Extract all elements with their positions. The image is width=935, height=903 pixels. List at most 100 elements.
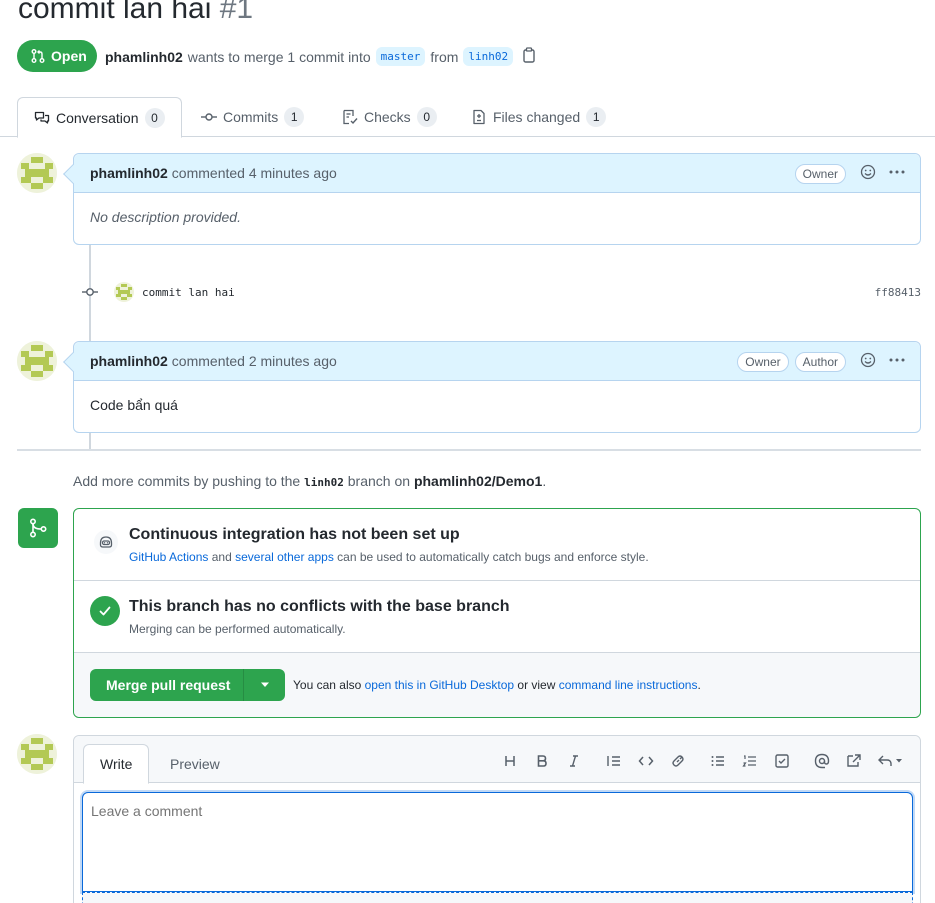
comment-timestamp[interactable]: commented 2 minutes ago bbox=[172, 353, 337, 369]
pr-tabs: Conversation 0 Commits 1 Checks 0 Files … bbox=[0, 97, 935, 138]
tab-preview[interactable]: Preview bbox=[154, 744, 236, 784]
markdown-toolbar bbox=[494, 750, 910, 772]
push-hint-prefix: Add more commits by pushing to the bbox=[73, 473, 301, 489]
heading-icon[interactable] bbox=[494, 750, 526, 772]
copilot-icon bbox=[94, 530, 118, 554]
smiley-icon[interactable] bbox=[860, 352, 876, 371]
footer-suffix: . bbox=[697, 678, 701, 692]
pr-from-text: from bbox=[430, 48, 459, 65]
reply-icon[interactable] bbox=[870, 750, 910, 772]
pr-state-label: Open bbox=[51, 48, 87, 64]
link-icon[interactable] bbox=[662, 750, 694, 772]
unordered-list-icon[interactable] bbox=[702, 750, 734, 772]
italic-icon[interactable] bbox=[558, 750, 590, 772]
ordered-list-icon[interactable] bbox=[734, 750, 766, 772]
tab-write[interactable]: Write bbox=[83, 744, 150, 784]
composer-header: Write Preview bbox=[74, 736, 920, 784]
avatar[interactable] bbox=[17, 341, 57, 381]
tab-label: Commits bbox=[223, 109, 279, 125]
commit-row: commit lan hai ff88413 bbox=[80, 280, 921, 304]
tab-conversation[interactable]: Conversation 0 bbox=[17, 97, 182, 138]
tab-counter: 1 bbox=[586, 107, 607, 127]
comment-textarea[interactable] bbox=[82, 792, 913, 892]
pr-number: #1 bbox=[219, 0, 254, 25]
ci-description: GitHub Actions and several other apps ca… bbox=[129, 550, 649, 564]
comment-author[interactable]: phamlinh02 bbox=[90, 353, 168, 369]
conflict-subtitle: Merging can be performed automatically. bbox=[129, 622, 346, 636]
kebab-horizontal-icon[interactable] bbox=[888, 352, 906, 371]
push-hint: Add more commits by pushing to the linh0… bbox=[73, 473, 546, 489]
checklist-icon bbox=[343, 109, 358, 125]
comment: phamlinh02 commented 2 minutes ago Owner… bbox=[63, 341, 921, 433]
tab-commits[interactable]: Commits 1 bbox=[201, 97, 305, 137]
merge-pull-request-button[interactable]: Merge pull request bbox=[90, 669, 244, 701]
copy-icon[interactable] bbox=[522, 47, 536, 66]
ci-title: Continuous integration has not been set … bbox=[129, 526, 460, 543]
push-hint-suffix: . bbox=[542, 473, 547, 489]
push-hint-middle: branch on bbox=[347, 473, 411, 489]
code-icon[interactable] bbox=[630, 750, 662, 772]
task-list-icon[interactable] bbox=[766, 750, 798, 772]
tab-checks[interactable]: Checks 0 bbox=[342, 97, 437, 137]
merge-box: Continuous integration has not been set … bbox=[73, 508, 921, 718]
tab-files-changed[interactable]: Files changed 1 bbox=[471, 97, 607, 137]
git-commit-icon bbox=[82, 288, 98, 296]
ci-and: and bbox=[211, 550, 232, 564]
owner-badge: Owner bbox=[794, 163, 846, 184]
comment-body: Code bẩn quá bbox=[90, 397, 178, 413]
conflict-title: This branch has no conflicts with the ba… bbox=[129, 598, 510, 615]
commit-message[interactable]: commit lan hai bbox=[142, 286, 235, 299]
merge-footer: Merge pull request You can also open thi… bbox=[74, 653, 920, 717]
ci-section: Continuous integration has not been set … bbox=[74, 509, 920, 581]
attach-files-drop-zone[interactable] bbox=[82, 892, 913, 903]
command-line-instructions-link[interactable]: command line instructions bbox=[559, 678, 698, 692]
ci-rest: can be used to automatically catch bugs … bbox=[337, 550, 649, 564]
github-desktop-link[interactable]: open this in GitHub Desktop bbox=[365, 678, 514, 692]
merge-status-icon-box bbox=[18, 508, 58, 548]
pr-state-badge: Open bbox=[17, 40, 97, 72]
avatar[interactable] bbox=[17, 734, 57, 774]
comment-author[interactable]: phamlinh02 bbox=[90, 165, 168, 181]
footer-mid: or view bbox=[517, 678, 556, 692]
git-pull-request-icon bbox=[31, 49, 45, 63]
pr-meta: phamlinh02 wants to merge 1 commit into … bbox=[105, 47, 536, 66]
timeline-divider bbox=[17, 449, 921, 451]
conflict-section bbox=[74, 581, 920, 653]
comment-header: phamlinh02 commented 4 minutes ago Owner bbox=[74, 154, 920, 193]
timeline-line bbox=[89, 432, 91, 450]
tab-counter: 0 bbox=[144, 107, 165, 128]
cross-reference-icon[interactable] bbox=[838, 750, 870, 772]
tab-counter: 1 bbox=[284, 107, 305, 127]
commit-sha[interactable]: ff88413 bbox=[875, 286, 921, 299]
comment: phamlinh02 commented 4 minutes ago Owner… bbox=[63, 153, 921, 245]
mention-icon[interactable] bbox=[806, 750, 838, 772]
kebab-horizontal-icon[interactable] bbox=[888, 164, 906, 183]
git-merge-icon bbox=[29, 518, 47, 538]
check-icon bbox=[90, 596, 120, 626]
merge-method-dropdown[interactable] bbox=[244, 669, 285, 701]
smiley-icon[interactable] bbox=[860, 164, 876, 183]
bold-icon[interactable] bbox=[526, 750, 558, 772]
pr-author-link[interactable]: phamlinh02 bbox=[105, 49, 183, 65]
owner-badge: Owner bbox=[737, 351, 789, 372]
other-apps-link[interactable]: several other apps bbox=[235, 550, 334, 564]
comment-timestamp[interactable]: commented 4 minutes ago bbox=[172, 165, 337, 181]
pr-title: commit lan hai #1 bbox=[18, 0, 253, 26]
pr-merge-text: wants to merge 1 commit into bbox=[187, 48, 371, 65]
quote-icon[interactable] bbox=[598, 750, 630, 772]
file-diff-icon bbox=[473, 109, 485, 125]
head-branch[interactable]: linh02 bbox=[463, 47, 514, 66]
merge-button-group: Merge pull request bbox=[90, 669, 285, 701]
push-hint-repo[interactable]: phamlinh02/Demo1 bbox=[414, 473, 542, 489]
base-branch[interactable]: master bbox=[375, 47, 426, 66]
tab-label: Checks bbox=[364, 109, 411, 125]
merge-footer-text: You can also open this in GitHub Desktop… bbox=[293, 678, 701, 692]
github-actions-link[interactable]: GitHub Actions bbox=[129, 550, 208, 564]
comment-body: No description provided. bbox=[90, 209, 241, 225]
tab-label: Conversation bbox=[56, 109, 139, 126]
tab-counter: 0 bbox=[416, 107, 437, 127]
push-hint-branch: linh02 bbox=[304, 476, 344, 489]
comment-header: phamlinh02 commented 2 minutes ago Owner… bbox=[74, 342, 920, 381]
commit-author-avatar[interactable] bbox=[114, 282, 134, 302]
avatar[interactable] bbox=[17, 153, 57, 193]
